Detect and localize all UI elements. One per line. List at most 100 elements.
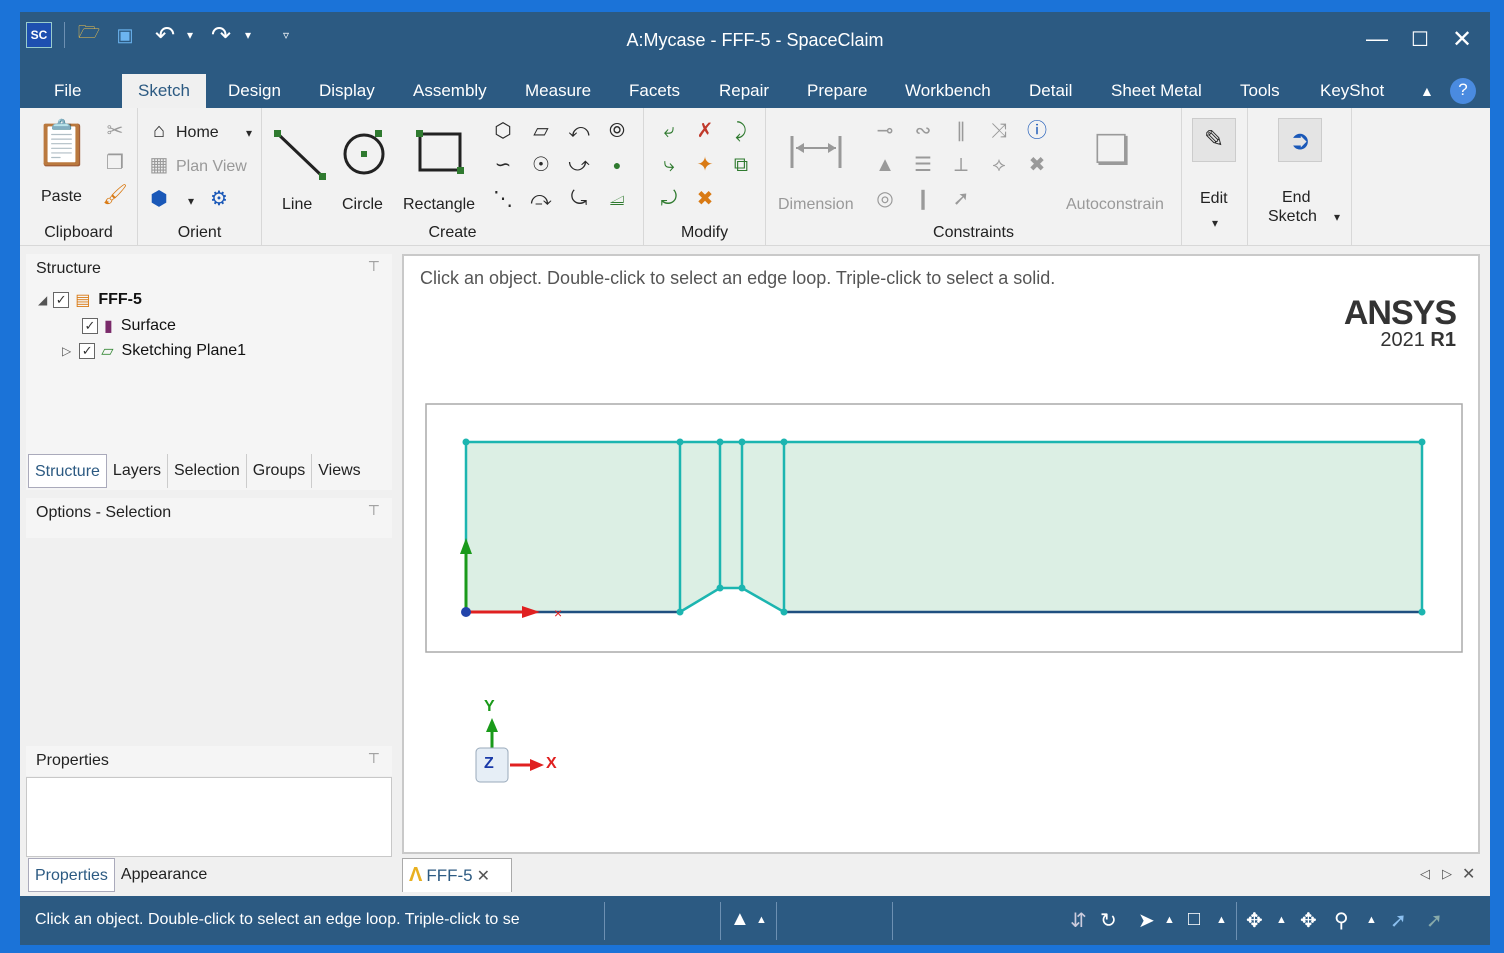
save-icon[interactable]: ▣ xyxy=(112,22,138,48)
construction-line-icon[interactable]: ⋱ xyxy=(492,188,514,210)
tree-item-sketching-plane[interactable]: ▷ ✓ ▱ Sketching Plane1 xyxy=(62,341,246,361)
paste-button[interactable]: Paste xyxy=(41,188,82,206)
minimize-icon[interactable]: — xyxy=(1362,24,1392,54)
tab-workbench[interactable]: Workbench xyxy=(901,74,995,108)
tab-detail[interactable]: Detail xyxy=(1025,74,1076,108)
subtab-selection[interactable]: Selection xyxy=(168,454,247,488)
close-icon[interactable]: ✕ xyxy=(1447,24,1477,54)
collapse-icon[interactable]: ◢ xyxy=(38,293,47,307)
tab-file[interactable]: File xyxy=(50,74,85,108)
split-curve-icon[interactable]: ✦ xyxy=(694,154,716,176)
create-rounded-corner-icon[interactable]: ⤶ xyxy=(658,120,680,142)
trim-away-icon[interactable]: ✗ xyxy=(694,120,716,142)
sketch-region[interactable] xyxy=(466,442,1422,612)
help-icon[interactable]: ? xyxy=(1450,78,1476,104)
close-all-tabs-icon[interactable]: ✕ xyxy=(1462,864,1475,884)
select-cursor-icon[interactable]: ➤ xyxy=(1138,908,1155,933)
undo-icon[interactable]: ↶ xyxy=(150,22,180,49)
point-icon[interactable]: ● xyxy=(606,154,628,176)
zoom-dropdown-icon[interactable]: ▲ xyxy=(1366,914,1377,926)
rectangle-icon[interactable] xyxy=(414,126,466,178)
tab-scroll-left-icon[interactable]: ◁ xyxy=(1420,866,1430,882)
tab-keyshot[interactable]: KeyShot xyxy=(1316,74,1388,108)
home-dropdown-icon[interactable]: ▾ xyxy=(238,122,260,144)
spin-dropdown-icon[interactable]: ▲ xyxy=(1276,914,1287,926)
undo-dropdown-icon[interactable]: ▾ xyxy=(182,22,198,48)
sketching-plane-checkbox[interactable]: ✓ xyxy=(79,343,96,359)
properties-pin-icon[interactable]: ⊤ xyxy=(368,750,380,767)
line-button[interactable]: Line xyxy=(282,196,312,214)
three-point-rectangle-icon[interactable]: ▱ xyxy=(530,120,552,142)
tab-repair[interactable]: Repair xyxy=(715,74,773,108)
tab-measure[interactable]: Measure xyxy=(521,74,595,108)
edit-dropdown-icon[interactable]: ▾ xyxy=(1204,212,1226,234)
subtab-properties[interactable]: Properties xyxy=(28,858,115,892)
tangent-arc-icon[interactable]: ⤺ xyxy=(568,120,590,142)
bend-icon[interactable]: ⤾ xyxy=(658,188,680,210)
tree-item-surface[interactable]: ✓ ▮ Surface xyxy=(82,316,176,336)
box-select-dropdown-icon[interactable]: ▲ xyxy=(1216,914,1227,926)
subtab-appearance[interactable]: Appearance xyxy=(115,858,213,892)
ellipse-icon[interactable]: ⦾ xyxy=(606,120,628,142)
three-point-arc-icon[interactable]: ⤼ xyxy=(530,188,552,210)
rotate-select-icon[interactable]: ↻ xyxy=(1100,908,1117,933)
redo-dropdown-icon[interactable]: ▾ xyxy=(240,22,256,48)
expand-icon[interactable]: ▷ xyxy=(62,344,71,358)
view-cube-icon[interactable]: ⬢ xyxy=(148,188,170,210)
sweep-arc-icon[interactable]: ⤻ xyxy=(568,154,590,176)
create-corner-icon[interactable]: ⤷ xyxy=(658,154,680,176)
edit-button[interactable]: Edit xyxy=(1200,190,1228,208)
select-dropdown-icon[interactable]: ▲ xyxy=(1164,914,1175,926)
scale-icon[interactable]: ✖ xyxy=(694,188,716,210)
offset-curve-icon[interactable]: ⤸ xyxy=(730,120,752,142)
subtab-structure[interactable]: Structure xyxy=(28,454,107,488)
project-to-sketch-icon[interactable]: ⧉ xyxy=(730,154,752,176)
document-tab[interactable]: Λ FFF-5 ✕ xyxy=(402,858,512,892)
tab-sheet-metal[interactable]: Sheet Metal xyxy=(1107,74,1206,108)
info-icon[interactable]: ⓘ xyxy=(1026,120,1048,142)
options-pin-icon[interactable]: ⊤ xyxy=(368,502,380,519)
updown-icon[interactable]: ⇵ xyxy=(1070,908,1087,933)
previous-view-icon[interactable]: ➚ xyxy=(1390,908,1407,933)
properties-grid[interactable] xyxy=(26,777,392,857)
app-logo-icon[interactable]: SC xyxy=(26,22,52,48)
home-button[interactable]: Home xyxy=(176,124,219,142)
tab-scroll-right-icon[interactable]: ▷ xyxy=(1442,866,1452,882)
circle-icon[interactable] xyxy=(340,126,388,178)
line-icon[interactable] xyxy=(272,126,328,182)
document-close-icon[interactable]: ✕ xyxy=(477,866,490,886)
copy-icon[interactable]: ❐ xyxy=(104,152,126,174)
tab-prepare[interactable]: Prepare xyxy=(803,74,871,108)
cut-icon[interactable]: ✂ xyxy=(104,120,126,142)
home-icon[interactable]: ⌂ xyxy=(148,120,170,142)
tab-sketch[interactable]: Sketch xyxy=(122,74,206,108)
root-checkbox[interactable]: ✓ xyxy=(53,292,70,308)
end-sketch-button-line2[interactable]: Sketch xyxy=(1268,208,1317,226)
spline-icon[interactable]: ∽ xyxy=(492,154,514,176)
sketch-origin[interactable] xyxy=(461,607,471,617)
tab-design[interactable]: Design xyxy=(224,74,285,108)
triangle-selection-icon[interactable]: ▲ xyxy=(730,908,750,931)
design-viewport[interactable]: Click an object. Double-click to select … xyxy=(402,254,1480,854)
tab-facets[interactable]: Facets xyxy=(625,74,684,108)
surface-checkbox[interactable]: ✓ xyxy=(82,318,98,334)
subtab-views[interactable]: Views xyxy=(312,454,366,488)
view-dropdown-icon[interactable]: ▾ xyxy=(180,190,202,212)
format-painter-icon[interactable]: 🖌 xyxy=(102,184,127,206)
zoom-icon[interactable]: ⚲ xyxy=(1334,908,1349,933)
edit-icon[interactable]: ✎ xyxy=(1192,118,1236,162)
snap-view-icon[interactable]: ⚙ xyxy=(208,188,230,210)
triangle-dropdown-icon[interactable]: ▲ xyxy=(756,914,767,926)
maximize-icon[interactable]: ☐ xyxy=(1405,24,1435,54)
spin-icon[interactable]: ✥ xyxy=(1246,908,1263,933)
end-sketch-icon[interactable]: ➲ xyxy=(1278,118,1322,162)
polygon-icon[interactable]: ⬡ xyxy=(492,120,514,142)
tab-assembly[interactable]: Assembly xyxy=(409,74,491,108)
sketch-canvas[interactable]: × xyxy=(404,256,1478,852)
pin-icon[interactable]: ⊤ xyxy=(368,258,380,275)
tab-display[interactable]: Display xyxy=(315,74,379,108)
open-folder-icon[interactable]: 🗁 xyxy=(76,22,102,48)
face-curve-icon[interactable]: ⤿ xyxy=(568,188,590,210)
redo-icon[interactable]: ↷ xyxy=(206,22,236,49)
customize-toolbar-icon[interactable]: ▿ xyxy=(278,22,294,48)
